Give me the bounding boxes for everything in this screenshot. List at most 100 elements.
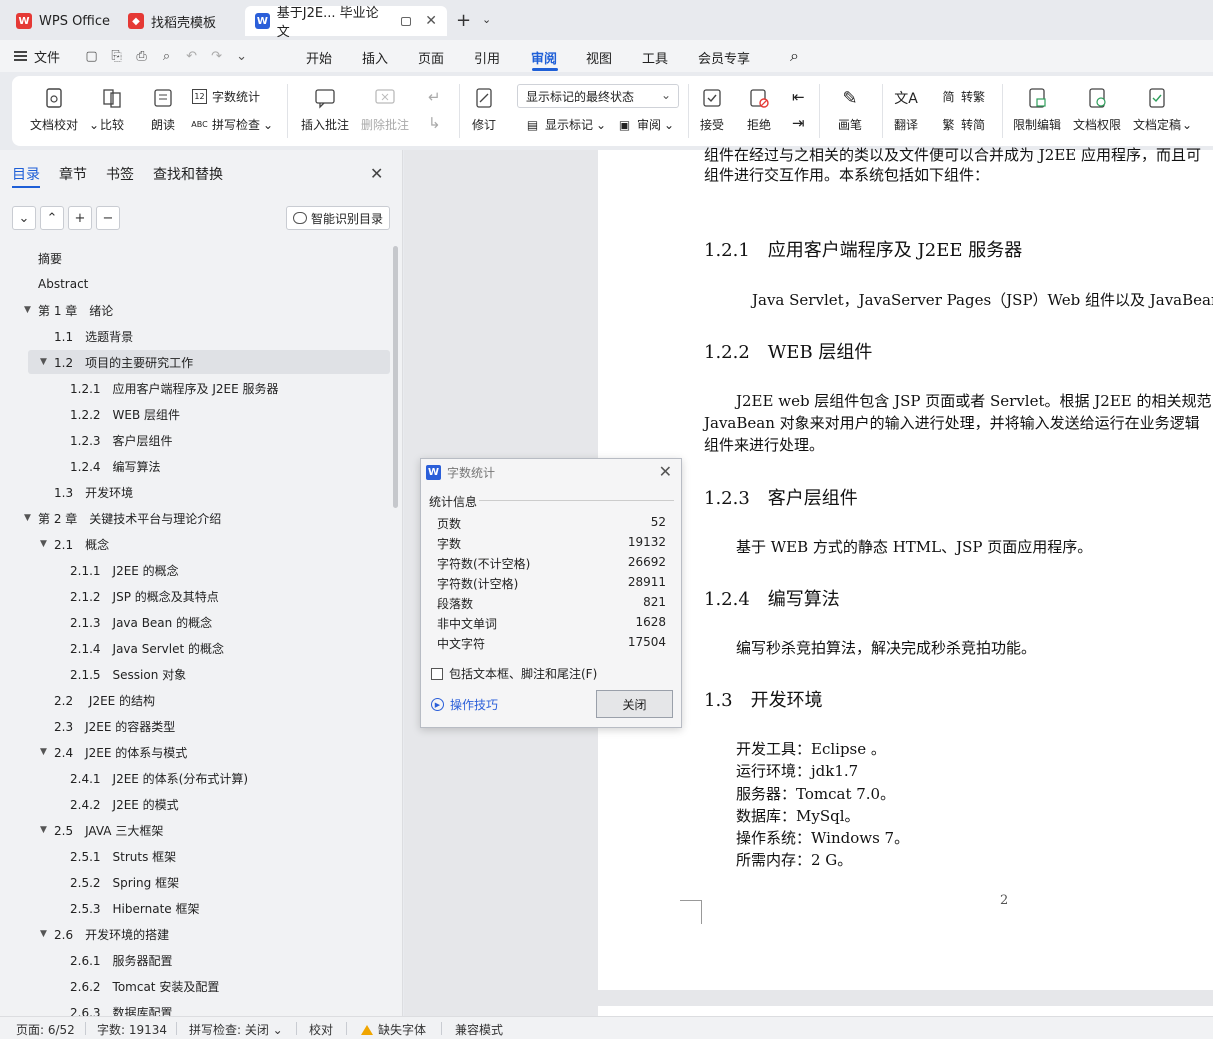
search-icon[interactable]: ⌕ <box>790 46 799 66</box>
tab-find-replace[interactable]: 查找和替换 <box>153 164 223 184</box>
add-level-button[interactable]: + <box>68 206 92 230</box>
toc-item[interactable]: 2.1.3 Java Bean 的概念 <box>0 610 390 634</box>
expand-caret-icon[interactable]: ▼ <box>40 825 47 835</box>
toc-item[interactable]: 2.4.1 J2EE 的体系(分布式计算) <box>0 766 390 790</box>
close-button[interactable]: 关闭 <box>596 690 673 718</box>
chevron-down-icon[interactable]: ⌄ <box>664 118 674 132</box>
tab-document[interactable]: W 基于J2E... 毕业论文 ✕ <box>245 6 447 40</box>
next-change-icon[interactable]: ⇥ <box>792 114 805 132</box>
toc-item[interactable]: 2.2 J2EE 的结构 <box>0 688 390 712</box>
menu-review[interactable]: 审阅 <box>531 48 557 67</box>
tab-docer[interactable]: ◆ 找稻壳模板 <box>118 6 226 36</box>
toc-item[interactable]: 2.1.2 JSP 的概念及其特点 <box>0 584 390 608</box>
menu-insert[interactable]: 插入 <box>362 48 388 67</box>
track-changes-button[interactable]: 修订 <box>472 86 496 133</box>
tab-bookmarks[interactable]: 书签 <box>106 164 134 184</box>
menu-reference[interactable]: 引用 <box>474 48 500 67</box>
toc-item[interactable]: 摘要 <box>0 246 390 270</box>
toc-item[interactable]: Abstract <box>0 272 390 296</box>
missing-font-status[interactable]: 缺失字体 <box>361 1021 426 1038</box>
toc-item[interactable]: 1.1 选题背景 <box>0 324 390 348</box>
expand-caret-icon[interactable]: ▼ <box>40 929 47 939</box>
toc-item[interactable]: 2.1.5 Session 对象 <box>0 662 390 686</box>
to-simplified-button[interactable]: 繁 转简 <box>941 116 985 133</box>
chevron-down-icon[interactable]: ⌄ <box>234 49 249 64</box>
toc-item[interactable]: 2.3 J2EE 的容器类型 <box>0 714 390 738</box>
chevron-down-icon[interactable]: ⌄ <box>89 118 99 132</box>
redo-icon[interactable]: ↷ <box>209 49 224 64</box>
expand-caret-icon[interactable]: ▼ <box>40 357 47 367</box>
toc-item[interactable]: 2.5.1 Struts 框架 <box>0 844 390 868</box>
show-markup-button[interactable]: ▤ 显示标记 ⌄ <box>525 116 606 133</box>
proofread-status[interactable]: 校对 <box>309 1021 333 1038</box>
remove-level-button[interactable]: − <box>96 206 120 230</box>
toc-item[interactable]: 2.5.2 Spring 框架 <box>0 870 390 894</box>
toc-item-selected[interactable]: ▼ 1.2 项目的主要研究工作 <box>28 350 390 374</box>
monitor-icon[interactable] <box>400 16 412 26</box>
toc-item[interactable]: 2.4.2 J2EE 的模式 <box>0 792 390 816</box>
menu-start[interactable]: 开始 <box>306 48 332 67</box>
review-pane-button[interactable]: ▣ 审阅 ⌄ <box>617 116 674 133</box>
undo-icon[interactable]: ↶ <box>184 49 199 64</box>
toc-item[interactable]: 2.1.1 J2EE 的概念 <box>0 558 390 582</box>
toc-scrollbar[interactable] <box>393 246 398 508</box>
expand-down-button[interactable]: ⌄ <box>12 206 36 230</box>
menu-member[interactable]: 会员专享 <box>698 48 750 67</box>
toc-item[interactable]: 2.1.4 Java Servlet 的概念 <box>0 636 390 660</box>
new-tab-plus-icon[interactable]: + <box>456 10 471 31</box>
tab-wps-office[interactable]: W WPS Office <box>6 6 120 36</box>
document-page[interactable]: 2 组件在经过与之相关的类以及文件便可以合并成为 J2EE 应用程序，而且可 组件… <box>598 146 1213 990</box>
compare-button[interactable]: 比较 <box>100 86 124 133</box>
smart-toc-button[interactable]: 智能识别目录 <box>286 206 390 230</box>
word-count-button[interactable]: 12 字数统计 <box>192 88 260 105</box>
to-traditional-button[interactable]: 简 转繁 <box>941 88 985 105</box>
print-preview-icon[interactable]: ⌕ <box>159 49 174 64</box>
chevron-down-icon[interactable]: ⌄ <box>1182 118 1192 132</box>
close-icon[interactable]: ✕ <box>370 164 383 183</box>
expand-caret-icon[interactable]: ▼ <box>40 747 47 757</box>
toc-item[interactable]: 2.6.2 Tomcat 安装及配置 <box>0 974 390 998</box>
close-icon[interactable]: ✕ <box>659 462 672 481</box>
tab-chapters[interactable]: 章节 <box>59 164 87 184</box>
word-count-indicator[interactable]: 字数: 19134 <box>97 1021 167 1038</box>
restrict-edit-button[interactable]: 限制编辑 <box>1013 86 1061 133</box>
menu-view[interactable]: 视图 <box>586 48 612 67</box>
toc-item[interactable]: 1.2.4 编写算法 <box>0 454 390 478</box>
delete-comment-button[interactable]: 删除批注 <box>361 86 409 133</box>
save-icon[interactable]: ▢ <box>84 49 99 64</box>
expand-caret-icon[interactable]: ▼ <box>40 539 47 549</box>
doc-finalize-button[interactable]: 文档定稿 <box>1133 86 1181 133</box>
toc-item[interactable]: ▼ 2.1 概念 <box>0 532 390 556</box>
next-comment-icon[interactable]: ↳ <box>428 114 441 132</box>
print-icon[interactable]: ⎙ <box>134 49 149 64</box>
read-aloud-button[interactable]: 朗读 <box>151 86 175 133</box>
spell-check-status[interactable]: 拼写检查: 关闭 ⌄ <box>189 1021 283 1038</box>
expand-caret-icon[interactable]: ▼ <box>24 513 31 523</box>
export-icon[interactable]: ⎘ <box>109 49 124 64</box>
pen-button[interactable]: ✎ 画笔 <box>838 86 862 133</box>
chevron-down-icon[interactable]: ⌄ <box>263 118 273 132</box>
doc-check-button[interactable]: 文档校对 <box>30 86 78 133</box>
markup-state-dropdown[interactable]: 显示标记的最终状态 ⌄ <box>517 84 679 108</box>
close-icon[interactable]: ✕ <box>425 13 437 29</box>
doc-permission-button[interactable]: 文档权限 <box>1073 86 1121 133</box>
chevron-down-icon[interactable]: ⌄ <box>482 13 491 26</box>
menu-tools[interactable]: 工具 <box>642 48 668 67</box>
toc-item[interactable]: 1.2.1 应用客户端程序及 J2EE 服务器 <box>0 376 390 400</box>
toc-item[interactable]: ▼ 2.6 开发环境的搭建 <box>0 922 390 946</box>
chevron-down-icon[interactable]: ⌄ <box>596 118 606 132</box>
toc-item[interactable]: 2.5.3 Hibernate 框架 <box>0 896 390 920</box>
collapse-up-button[interactable]: ⌃ <box>40 206 64 230</box>
translate-button[interactable]: 文A 翻译 <box>894 86 918 133</box>
toc-item[interactable]: 1.2.2 WEB 层组件 <box>0 402 390 426</box>
menu-page[interactable]: 页面 <box>418 48 444 67</box>
expand-caret-icon[interactable]: ▼ <box>24 305 31 315</box>
tips-link[interactable]: ▶ 操作技巧 <box>431 696 498 713</box>
accept-button[interactable]: 接受 <box>700 86 724 133</box>
toc-item[interactable]: 1.2.3 客户层组件 <box>0 428 390 452</box>
toc-item[interactable]: ▼ 2.5 JAVA 三大框架 <box>0 818 390 842</box>
toc-item[interactable]: 2.6.1 服务器配置 <box>0 948 390 972</box>
tab-toc[interactable]: 目录 <box>12 164 40 184</box>
toc-item[interactable]: ▼ 第 2 章 关键技术平台与理论介绍 <box>0 506 390 530</box>
page-indicator[interactable]: 页面: 6/52 <box>16 1021 75 1038</box>
